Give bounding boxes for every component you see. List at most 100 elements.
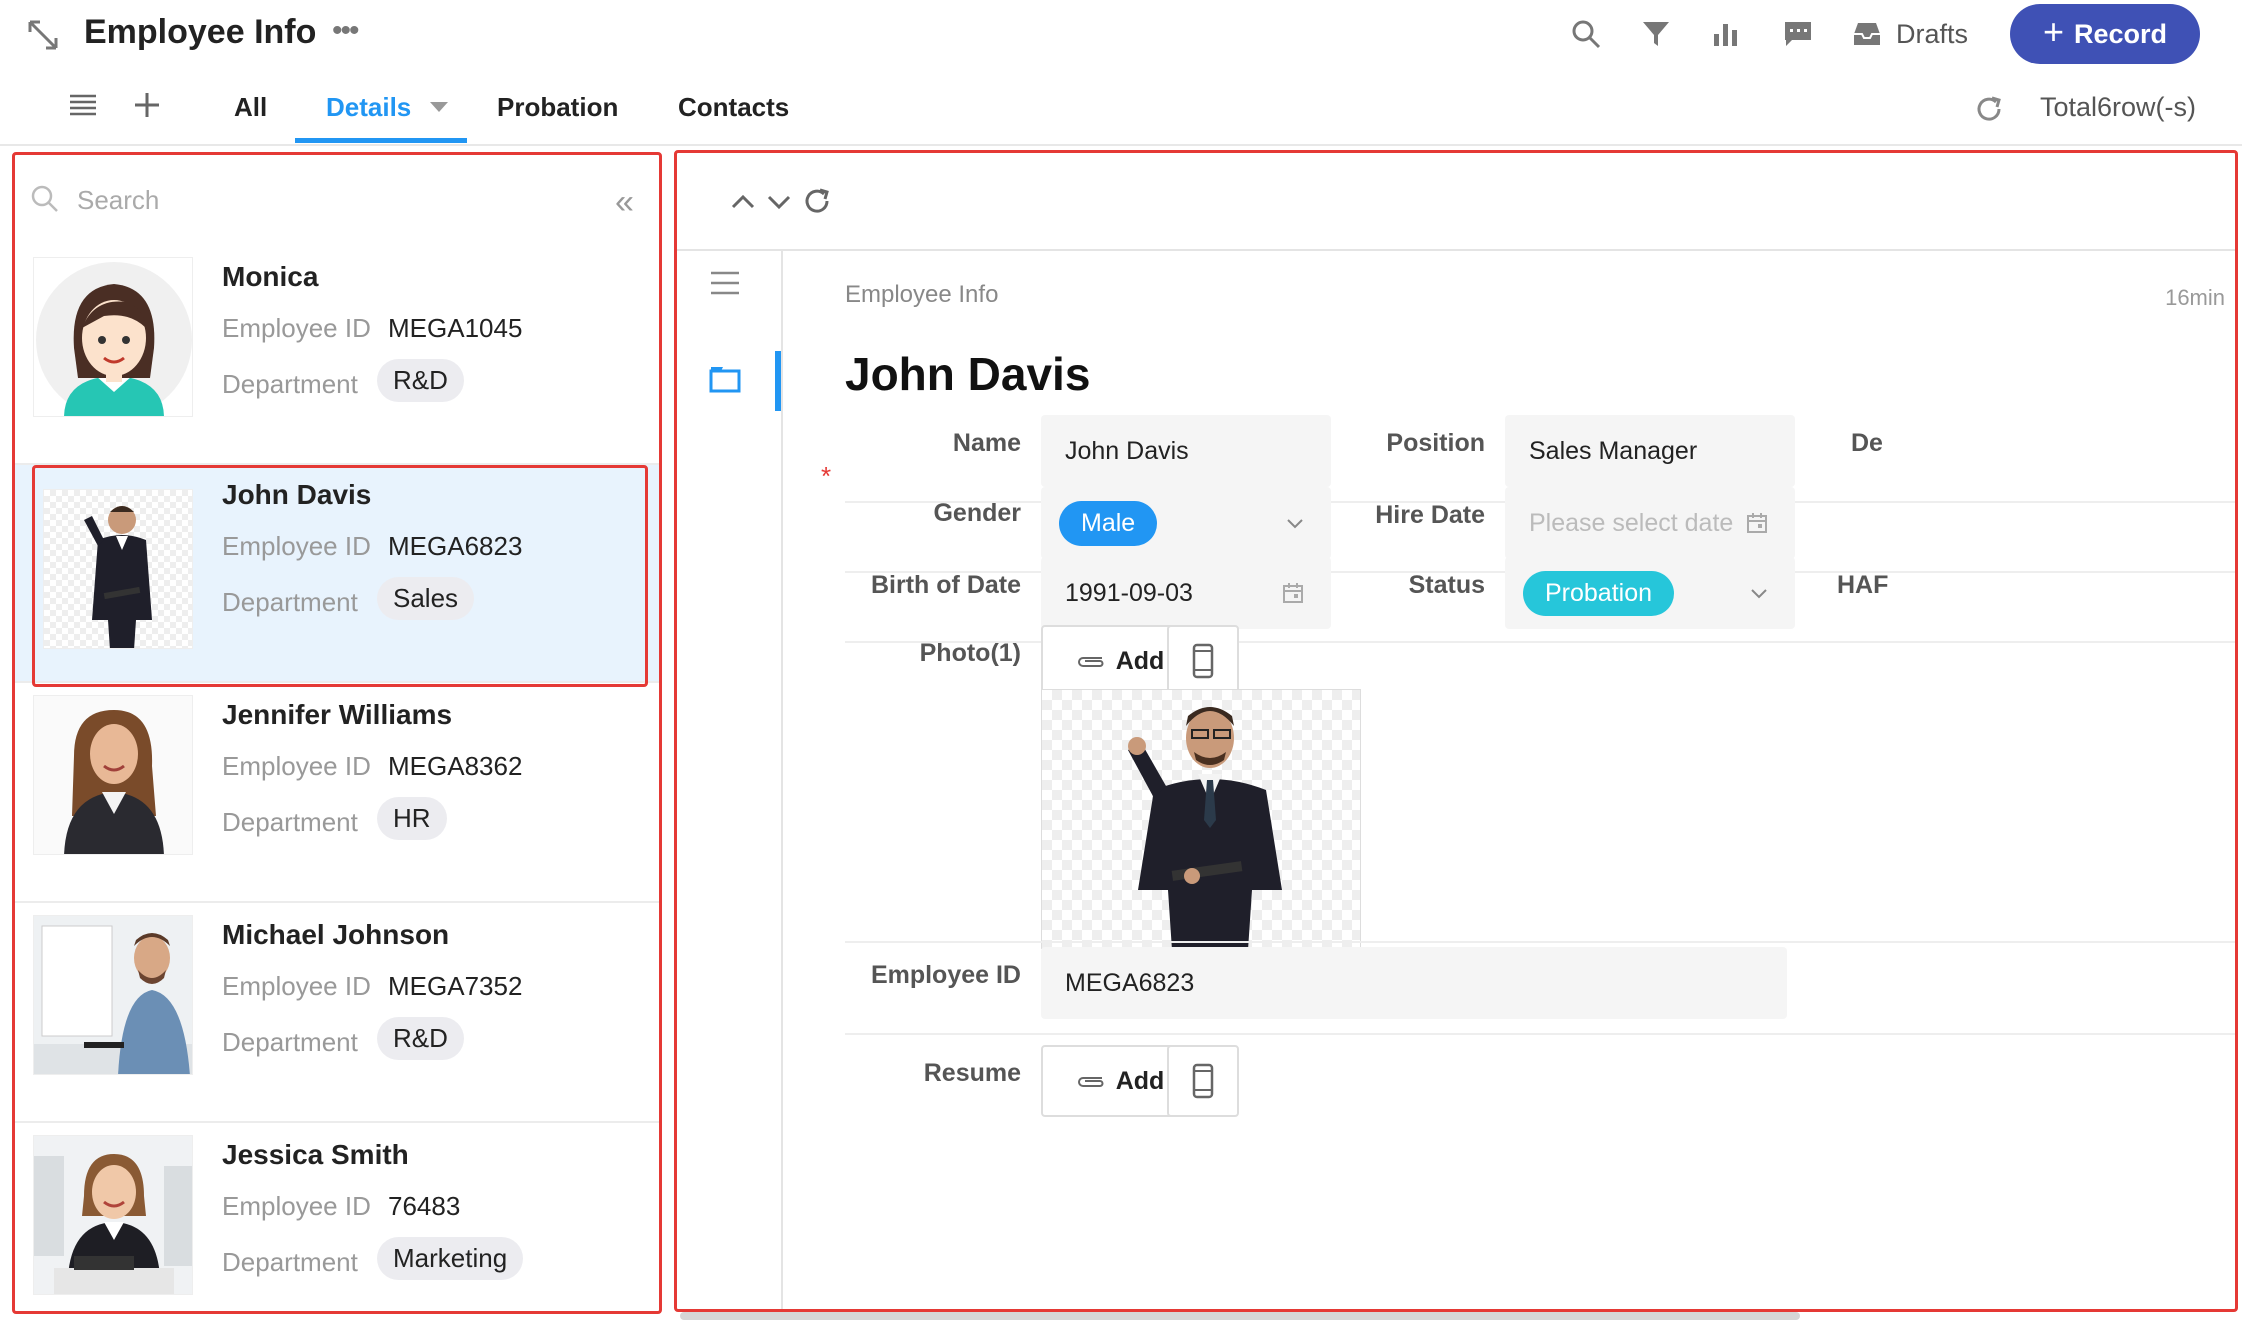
menu-icon[interactable] [707, 265, 743, 301]
horizontal-scrollbar[interactable] [680, 1312, 1800, 1320]
department-tag: R&D [377, 1017, 464, 1060]
birth-date-picker[interactable]: 1991-09-03 [1041, 557, 1331, 629]
breadcrumb: Employee Info [845, 281, 999, 308]
active-section-indicator [775, 351, 781, 411]
employee-list-panel: Search « Monica Employee ID MEGA1045 Dep… [12, 152, 662, 1314]
list-menu-icon[interactable] [66, 88, 100, 122]
employee-name: John Davis [222, 479, 372, 510]
tab-probation[interactable]: Probation [497, 92, 618, 123]
record-detail-panel: Employee Info 16min John Davis * Name Jo… [674, 150, 2238, 1312]
status-tag: Probation [1523, 570, 1675, 616]
search-icon[interactable] [1566, 14, 1606, 54]
mobile-phone-icon [1192, 1063, 1214, 1099]
refresh-icon[interactable] [799, 183, 835, 219]
employee-id-label: Employee ID [222, 751, 371, 781]
record-form: Employee Info 16min John Davis * Name Jo… [785, 251, 2235, 1309]
name-field[interactable]: John Davis [1041, 415, 1331, 487]
tab-all[interactable]: All [234, 92, 267, 123]
employee-id: MEGA6823 [388, 531, 523, 561]
department-tag: Sales [377, 577, 475, 620]
add-record-button[interactable]: + Record [2010, 4, 2200, 64]
employee-name: Jennifer Williams [222, 699, 453, 730]
employee-photo [33, 915, 193, 1075]
row-divider [845, 941, 2235, 943]
tab-details-dropdown-icon[interactable] [430, 102, 448, 112]
employee-list-item[interactable]: Jennifer Williams Employee ID MEGA8362 D… [15, 685, 659, 903]
section-rail [677, 251, 783, 1309]
employee-list-item[interactable]: Jessica Smith Employee ID 76483 Departme… [15, 1125, 659, 1311]
chevron-up-icon[interactable] [725, 183, 761, 219]
search-bar[interactable]: Search « [15, 155, 659, 247]
search-input[interactable]: Search [77, 185, 159, 216]
department-tag: Marketing [377, 1237, 524, 1280]
tab-details[interactable]: Details [326, 92, 411, 123]
collapse-panel-icon[interactable]: « [615, 183, 634, 222]
gender-label-text: Gender [933, 499, 1021, 527]
employee-list-item[interactable]: Monica Employee ID MEGA1045 Department R… [15, 247, 659, 465]
chart-icon[interactable] [1706, 14, 1746, 54]
folder-icon[interactable] [707, 361, 743, 397]
department-tag: R&D [377, 359, 464, 402]
birth-date-value: 1991-09-03 [1065, 578, 1193, 607]
employee-photo [33, 695, 193, 855]
chevron-down-icon [1287, 519, 1303, 529]
active-tab-indicator [295, 138, 467, 143]
photo-thumbnail[interactable] [1041, 689, 1361, 949]
employee-id-label: Employee ID [222, 971, 371, 1001]
position-field[interactable]: Sales Manager [1505, 415, 1795, 487]
employee-id-field[interactable]: MEGA6823 [1041, 947, 1787, 1019]
drafts-button[interactable]: Drafts [1852, 14, 1968, 54]
divider [0, 144, 2242, 146]
har-label-truncated: HAF [1837, 571, 1889, 599]
tab-contacts[interactable]: Contacts [678, 92, 789, 123]
employee-id-label: Employee ID [222, 1191, 371, 1221]
department-label: Department [222, 587, 358, 617]
hire-date-label: Hire Date [1375, 501, 1485, 529]
more-options-icon[interactable]: ••• [332, 14, 359, 48]
photo-label: Photo(1) [919, 639, 1021, 667]
employee-name: Monica [222, 261, 319, 292]
expand-arrows-icon[interactable] [26, 18, 60, 52]
drafts-label: Drafts [1896, 18, 1969, 49]
employee-id-label: Employee ID [870, 961, 1021, 989]
status-select[interactable]: Probation [1505, 557, 1795, 629]
employee-id-label: Employee ID [222, 531, 371, 561]
hire-date-picker[interactable]: Please select date [1505, 487, 1795, 559]
employee-photo [33, 1135, 193, 1295]
app-title: Employee Info [84, 13, 317, 51]
gender-select[interactable]: Male [1041, 487, 1331, 559]
employee-id: 76483 [388, 1191, 461, 1221]
employee-list-item-selected[interactable]: John Davis Employee ID MEGA6823 Departme… [15, 465, 659, 687]
employee-name: Jessica Smith [222, 1139, 409, 1170]
mobile-upload-button[interactable] [1167, 1045, 1239, 1117]
resume-label: Resume [923, 1059, 1021, 1087]
add-view-icon[interactable] [130, 88, 164, 122]
record-label: Record [2074, 18, 2168, 49]
mobile-phone-icon [1192, 643, 1214, 679]
employee-list-item[interactable]: Michael Johnson Employee ID MEGA7352 Dep… [15, 905, 659, 1123]
mobile-upload-button[interactable] [1167, 625, 1239, 697]
top-bar: Employee Info ••• Drafts + Record All De… [0, 0, 2242, 146]
employee-name: Michael Johnson [222, 919, 450, 950]
department-label: Department [222, 1027, 358, 1057]
employee-id: MEGA1045 [388, 313, 523, 343]
gender-tag: Male [1059, 500, 1158, 546]
employee-id: MEGA7352 [388, 971, 523, 1001]
hire-date-placeholder: Please select date [1529, 508, 1734, 537]
birth-date-label: Birth of Date [871, 571, 1021, 599]
employee-id-label: Employee ID [222, 313, 371, 343]
filter-icon[interactable] [1636, 14, 1676, 54]
chevron-down-icon[interactable] [761, 183, 797, 219]
row-divider [845, 1033, 2235, 1035]
refresh-icon[interactable] [1972, 92, 2006, 126]
paperclip-icon [1077, 1077, 1104, 1087]
comment-icon[interactable] [1778, 14, 1818, 54]
plus-icon: + [2042, 11, 2064, 52]
paperclip-icon [1077, 657, 1104, 667]
chevron-down-icon [1751, 589, 1767, 599]
total-rows-count: Total6row(-s) [2040, 92, 2197, 122]
department-label: Department [222, 807, 358, 837]
updated-time: 16min [2165, 285, 2225, 310]
position-label: Position [1386, 429, 1485, 457]
name-label: Name [952, 429, 1021, 457]
